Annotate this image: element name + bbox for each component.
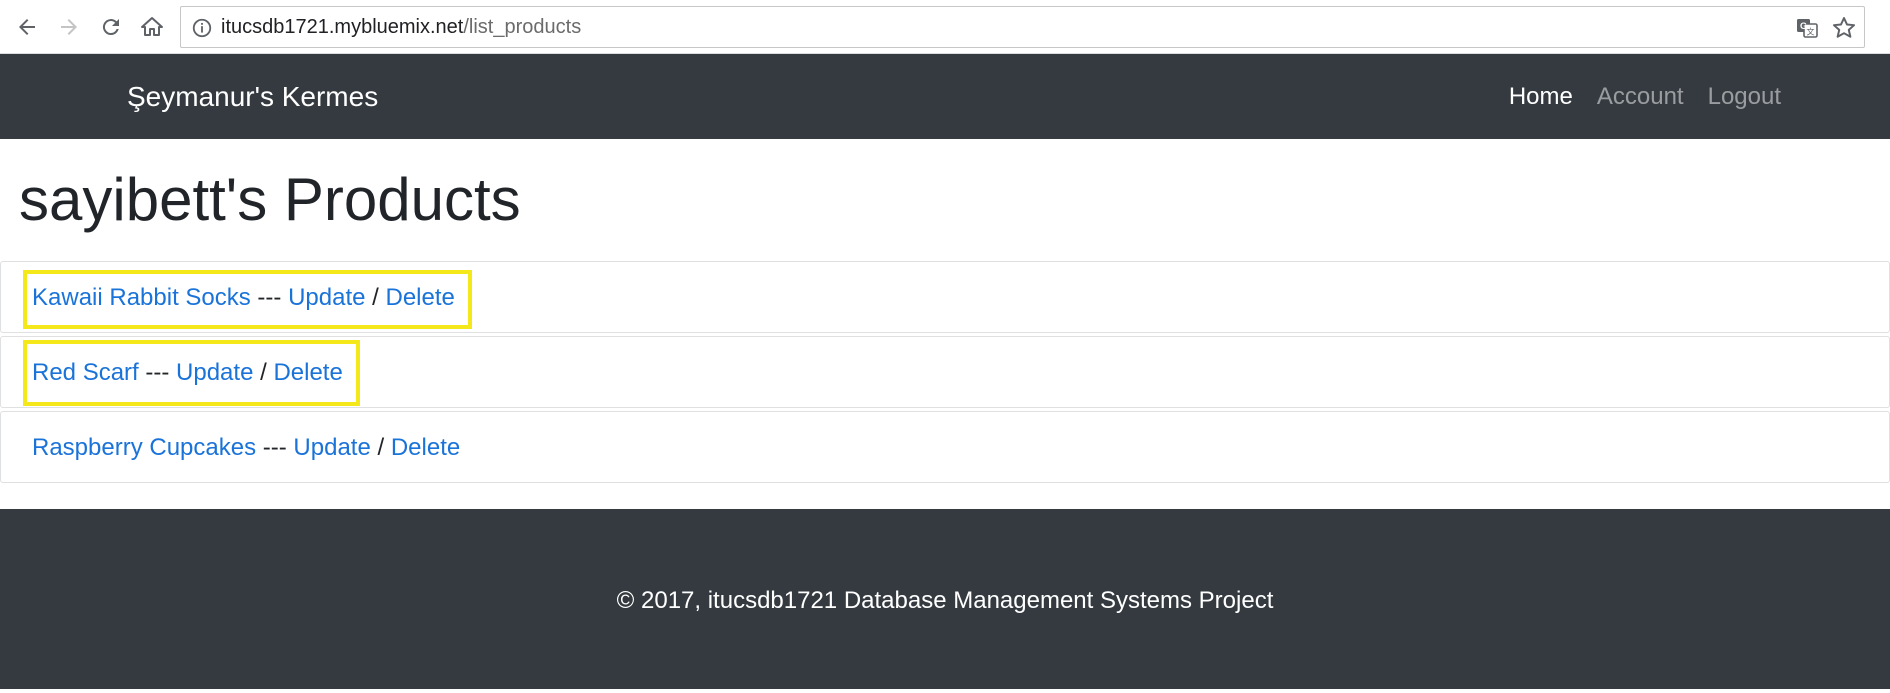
- update-link[interactable]: Update: [176, 359, 253, 386]
- nav-account-link[interactable]: Account: [1597, 83, 1684, 111]
- delete-link[interactable]: Delete: [273, 359, 342, 386]
- product-name-link[interactable]: Raspberry Cupcakes: [32, 434, 256, 461]
- svg-text:文: 文: [1807, 27, 1815, 37]
- page-title: sayibett's Products: [19, 166, 521, 233]
- separator: ---: [250, 284, 289, 311]
- copyright-text: © 2017, itucsdb1721 Database Management …: [616, 587, 1274, 614]
- update-link[interactable]: Update: [288, 284, 365, 311]
- home-icon: [141, 17, 163, 36]
- url-host: itucsdb1721.mybluemix.net: [221, 16, 464, 38]
- slash-separator: /: [365, 284, 386, 311]
- nav-links: Home Account Logout: [1509, 54, 1781, 139]
- forward-arrow-icon: [61, 19, 77, 35]
- home-button[interactable]: [135, 10, 169, 44]
- product-list: Kawaii Rabbit Socks --- Update / Delete …: [0, 261, 1890, 486]
- slash-separator: /: [253, 359, 274, 386]
- site-navbar: Şeymanur's Kermes Home Account Logout: [0, 54, 1890, 139]
- url-text[interactable]: itucsdb1721.mybluemix.net/list_products: [221, 7, 581, 47]
- brand-link[interactable]: Şeymanur's Kermes: [127, 54, 378, 139]
- url-path: /list_products: [463, 16, 582, 38]
- product-name-link[interactable]: Red Scarf: [32, 359, 139, 386]
- delete-link[interactable]: Delete: [391, 434, 460, 461]
- product-list-item: Kawaii Rabbit Socks --- Update / Delete: [0, 261, 1890, 333]
- translate-icon[interactable]: G 文: [1795, 16, 1819, 40]
- slash-separator: /: [370, 434, 391, 461]
- product-row: Red Scarf --- Update / Delete: [32, 337, 343, 409]
- nav-home-link[interactable]: Home: [1509, 83, 1573, 111]
- product-row: Raspberry Cupcakes --- Update / Delete: [32, 412, 460, 484]
- back-button[interactable]: [10, 10, 44, 44]
- reload-button[interactable]: [94, 10, 128, 44]
- forward-button[interactable]: [52, 10, 86, 44]
- update-link[interactable]: Update: [293, 434, 370, 461]
- back-arrow-icon: [19, 19, 35, 35]
- nav-logout-link[interactable]: Logout: [1708, 83, 1781, 111]
- separator: ---: [138, 359, 177, 386]
- product-list-item: Raspberry Cupcakes --- Update / Delete: [0, 411, 1890, 483]
- browser-toolbar: itucsdb1721.mybluemix.net/list_products …: [0, 0, 1890, 54]
- site-footer: © 2017, itucsdb1721 Database Management …: [0, 509, 1890, 689]
- info-icon[interactable]: [191, 17, 213, 39]
- bookmark-star-icon[interactable]: [1831, 15, 1857, 41]
- product-name-link[interactable]: Kawaii Rabbit Socks: [32, 284, 251, 311]
- product-list-item: Red Scarf --- Update / Delete: [0, 336, 1890, 408]
- product-row: Kawaii Rabbit Socks --- Update / Delete: [32, 262, 455, 334]
- delete-link[interactable]: Delete: [385, 284, 454, 311]
- separator: ---: [256, 434, 294, 461]
- reload-icon: [102, 19, 119, 36]
- address-bar[interactable]: itucsdb1721.mybluemix.net/list_products …: [180, 6, 1865, 48]
